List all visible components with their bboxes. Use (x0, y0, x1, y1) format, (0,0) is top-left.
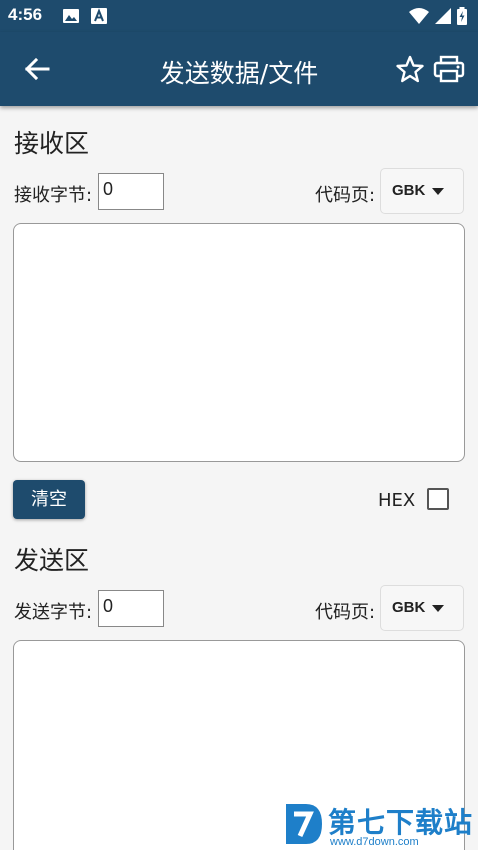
receive-codepage-dropdown[interactable]: GBK (380, 168, 464, 214)
hex-checkbox[interactable] (427, 488, 449, 510)
a-letter-icon (91, 8, 107, 24)
send-bytes-label: 发送字节: (14, 602, 93, 623)
receive-textarea[interactable] (13, 223, 465, 462)
clear-button[interactable]: 清空 (13, 480, 85, 519)
receive-bytes-label: 接收字节: (14, 185, 93, 206)
send-codepage-value: GBK (392, 599, 426, 616)
printer-icon[interactable] (433, 54, 465, 84)
star-icon[interactable] (395, 54, 425, 84)
receive-section-title: 接收区 (14, 129, 90, 158)
watermark-name: 第七下载站 (328, 806, 474, 839)
send-codepage-dropdown[interactable]: GBK (380, 585, 464, 631)
watermark: 第七下载站 www.d7down.com (282, 798, 478, 850)
image-icon (63, 9, 79, 23)
dropdown-arrow-icon (432, 188, 444, 195)
send-section-title: 发送区 (14, 546, 90, 575)
dropdown-arrow-icon (432, 605, 444, 612)
app-bar: 发送数据/文件 (0, 32, 478, 106)
receive-codepage-value: GBK (392, 182, 426, 199)
send-bytes-field[interactable]: 0 (98, 590, 164, 627)
receive-codepage-label: 代码页: (315, 185, 376, 206)
wifi-icon (409, 8, 429, 24)
receive-bytes-field[interactable]: 0 (98, 173, 164, 210)
watermark-url: www.d7down.com (330, 836, 419, 848)
hex-label: HEX (378, 490, 416, 511)
d7-logo-icon (286, 804, 322, 844)
battery-icon (457, 7, 467, 25)
send-codepage-label: 代码页: (315, 602, 376, 623)
signal-icon (435, 8, 451, 24)
status-bar: 4:56 (0, 0, 478, 32)
status-time: 4:56 (8, 5, 43, 24)
